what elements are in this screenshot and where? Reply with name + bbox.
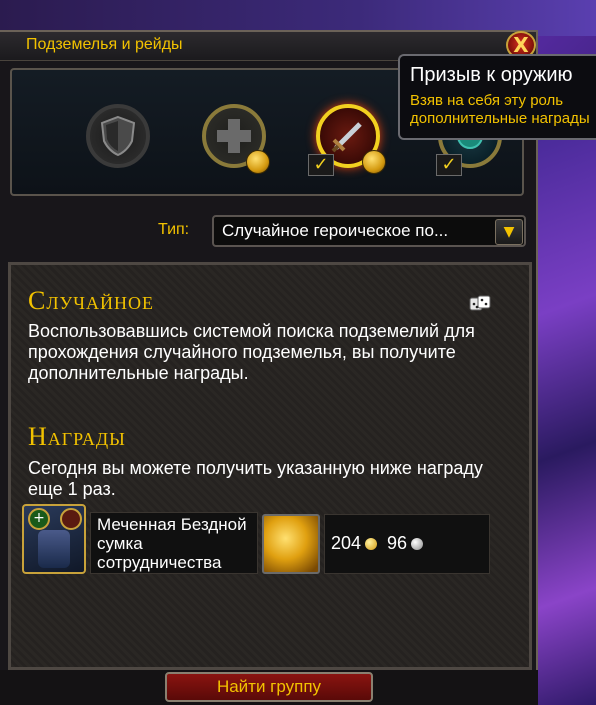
shield-icon <box>100 115 136 157</box>
bag-icon <box>38 530 70 568</box>
damage-badge-icon <box>60 508 82 530</box>
rewards-description: Сегодня вы можете получить указанную ниж… <box>28 458 483 499</box>
silver-coin-icon <box>411 537 424 550</box>
type-label: Тип: <box>158 221 190 238</box>
reward-item-name: Меченная Бездной сумка сотрудничества <box>97 515 247 572</box>
bonus-coin-icon <box>362 150 386 174</box>
dice-icon <box>469 295 491 311</box>
sword-icon <box>331 122 362 153</box>
window-title: Подземелья и рейды <box>26 36 183 53</box>
gold-coin-icon <box>365 537 378 550</box>
gold-amount: 204 <box>331 533 362 553</box>
game-background-right <box>538 140 596 705</box>
tooltip-title: Призыв к оружию <box>410 64 573 86</box>
tooltip-line-2: дополнительные награды <box>410 110 590 127</box>
healer-badge-icon: + <box>28 508 50 530</box>
rewards-heading: Награды <box>28 422 126 451</box>
bonus-coin-icon <box>246 150 270 174</box>
gold-reward-icon[interactable] <box>262 514 320 574</box>
chevron-down-icon[interactable]: ▼ <box>495 219 523 245</box>
role-damage-checkbox[interactable]: ✓ <box>308 154 334 176</box>
random-description: Воспользовавшись системой поиска подземе… <box>28 321 475 383</box>
reward-item-icon[interactable]: + <box>22 504 86 574</box>
role-extra-checkbox[interactable]: ✓ <box>436 154 462 176</box>
type-dropdown-value: Случайное героическое по... <box>222 221 449 240</box>
random-heading: Случайное <box>28 286 154 315</box>
silver-amount: 96 <box>387 533 408 553</box>
plus-icon <box>217 119 251 153</box>
role-tank-button[interactable] <box>86 104 150 168</box>
find-group-button[interactable]: Найти группу <box>165 672 373 702</box>
money-reward: 204 96 <box>331 533 424 554</box>
tooltip-line-1: Взяв на себя эту роль <box>410 92 564 109</box>
